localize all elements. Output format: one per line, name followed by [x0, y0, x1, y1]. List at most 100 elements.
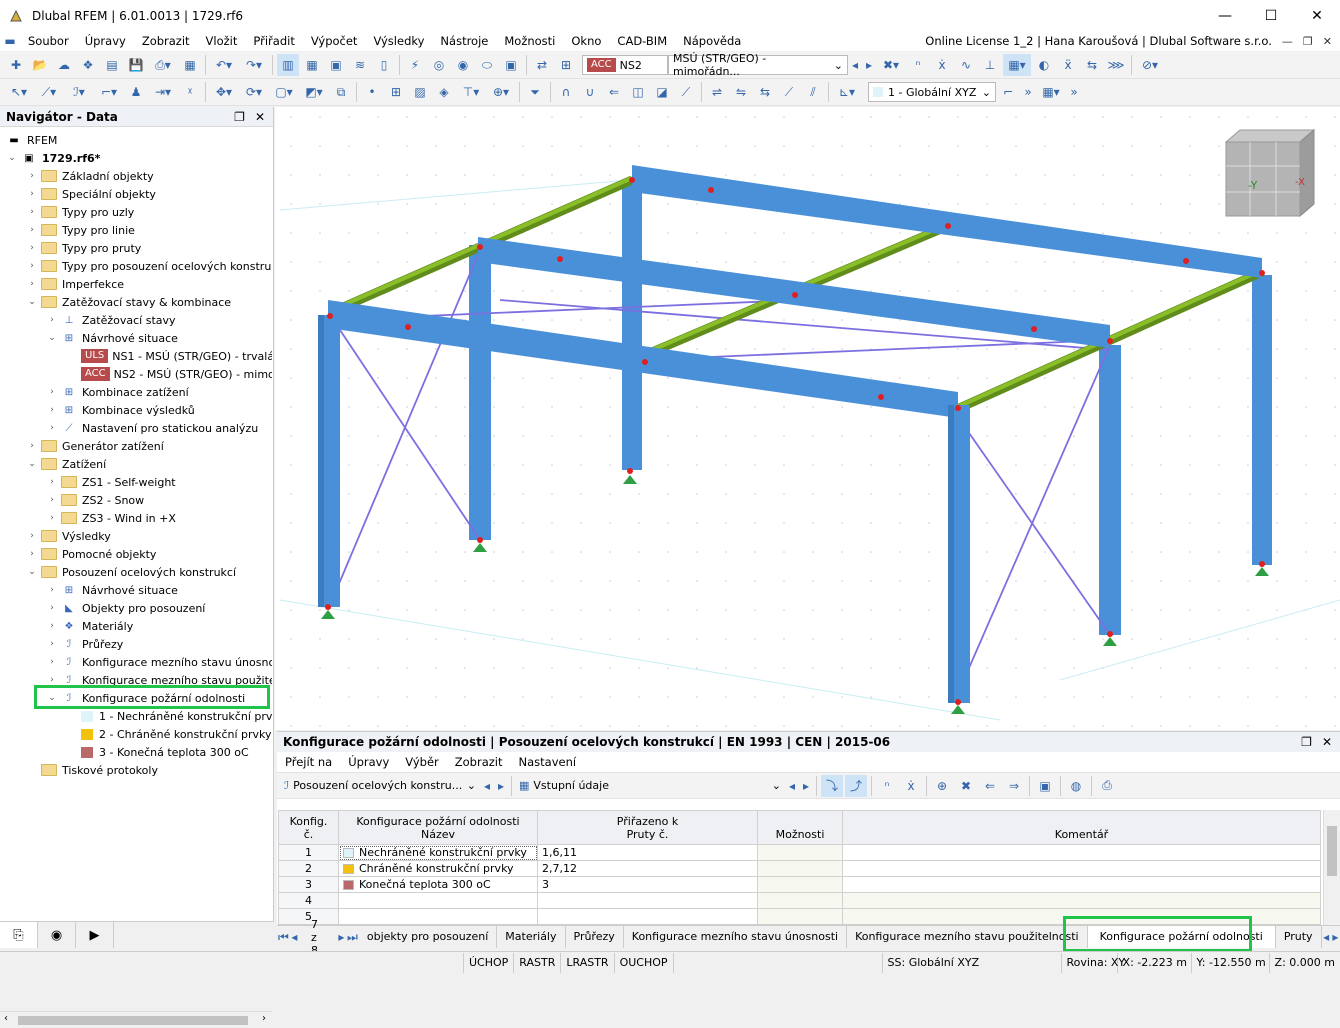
tree-item[interactable]: › Typy pro pruty: [26, 239, 141, 257]
chevron-right-icon[interactable]: ›: [26, 207, 38, 217]
align2-icon[interactable]: ⇋: [730, 81, 752, 103]
view-tab-icon[interactable]: ◉: [38, 922, 76, 948]
tree-item[interactable]: › ❖ Materiály: [46, 617, 133, 635]
table-toggle-icon[interactable]: ▦: [301, 54, 323, 76]
frame-icon[interactable]: ∩: [555, 81, 577, 103]
align-icon[interactable]: ⇌: [706, 81, 728, 103]
support-icon[interactable]: ♟: [125, 81, 147, 103]
chevron-right-icon[interactable]: ›: [26, 243, 38, 253]
cs-edit-icon[interactable]: ⌐: [997, 81, 1019, 103]
chevron-right-icon[interactable]: ›: [26, 225, 38, 235]
new-file-icon[interactable]: ✚: [5, 54, 27, 76]
hatch-icon[interactable]: ▨: [409, 81, 431, 103]
delete-row-icon[interactable]: ✖: [955, 775, 977, 797]
lgrid-toggle[interactable]: LRASTR: [561, 952, 615, 973]
tree-item[interactable]: › ZS3 - Wind in +X: [46, 509, 176, 527]
tree-item[interactable]: › Typy pro posouzení ocelových konstruk: [26, 257, 272, 275]
menu-napoveda[interactable]: Nápověda: [675, 31, 749, 51]
axes-icon[interactable]: ⊾▾: [833, 81, 861, 103]
tab-materialy[interactable]: Materiály: [497, 926, 566, 948]
snap-toggle[interactable]: ÚCHOP: [463, 952, 515, 973]
line-icon[interactable]: ⟋: [675, 81, 697, 103]
calculate-all-icon[interactable]: ◎: [428, 54, 450, 76]
slope-icon[interactable]: ⟋: [778, 81, 800, 103]
load-case-name-combo[interactable]: MSÚ (STR/GEO) - mimořádn... ⌄: [668, 52, 848, 78]
tree-item[interactable]: Tiskové protokoly: [26, 761, 158, 779]
navigator-hscrollbar[interactable]: ‹ ›: [0, 1011, 272, 1028]
filter-select-icon[interactable]: ⤵: [821, 774, 843, 797]
mdi-close-button[interactable]: ✕: [1323, 35, 1332, 48]
menu-cad-bim[interactable]: CAD-BIM: [609, 31, 675, 51]
table-menu-vyber[interactable]: Výběr: [397, 755, 446, 769]
osnap-toggle[interactable]: OUCHOP: [615, 952, 674, 973]
result-values-icon[interactable]: ⁿ: [907, 54, 929, 76]
tree-item[interactable]: ACC NS2 - MSÚ (STR/GEO) - mimo: [66, 365, 272, 383]
prev-icon[interactable]: ◂: [481, 775, 493, 797]
cell-name[interactable]: Nechráněné konstrukční prvky: [338, 844, 538, 861]
table-menu-nastaveni[interactable]: Nastavení: [511, 755, 585, 769]
copy-icon[interactable]: ⧉: [330, 81, 352, 103]
view-mode-icon[interactable]: ▦▾: [1003, 54, 1031, 76]
snap-icon[interactable]: ⊕▾: [487, 81, 515, 103]
cell-options[interactable]: [757, 860, 843, 877]
mdi-minimize-button[interactable]: —: [1282, 35, 1293, 48]
tree-item[interactable]: › Generátor zatížení: [26, 437, 164, 455]
cell-comment[interactable]: [842, 892, 1321, 909]
script-icon[interactable]: ≋: [349, 54, 371, 76]
tree-item[interactable]: 3 - Konečná teplota 300 oC: [66, 743, 249, 761]
chevron-right-icon[interactable]: ›: [46, 675, 58, 685]
menu-vlozit[interactable]: Vložit: [198, 31, 246, 51]
document-icon[interactable]: ▬: [1, 30, 19, 52]
insert-row-icon[interactable]: ⊕: [931, 775, 953, 797]
tree-item[interactable]: › ◣ Objekty pro posouzení: [46, 599, 205, 617]
console-icon[interactable]: ▣: [325, 54, 347, 76]
menu-soubor[interactable]: Soubor: [20, 31, 77, 51]
menu-nastroje[interactable]: Nástroje: [432, 31, 496, 51]
more-icon[interactable]: »: [1021, 81, 1035, 103]
node-icon[interactable]: •: [361, 81, 383, 103]
float-icon[interactable]: ❐: [234, 110, 245, 124]
open-file-icon[interactable]: 📂: [29, 54, 51, 76]
tab-msp[interactable]: Konfigurace mezního stavu použitelnosti: [847, 926, 1088, 948]
tree-item[interactable]: › Pomocné objekty: [26, 545, 156, 563]
menu-okno[interactable]: Okno: [563, 31, 609, 51]
globe-icon[interactable]: ◍: [1065, 775, 1087, 797]
chevron-down-icon[interactable]: ⌄: [26, 567, 38, 577]
display-icon[interactable]: ⇆: [1081, 54, 1103, 76]
tree-item[interactable]: ⌄ Zatěžovací stavy & kombinace: [26, 293, 231, 311]
polyline-icon[interactable]: ⌐▾: [95, 81, 123, 103]
save-icon[interactable]: 💾: [125, 54, 147, 76]
chevron-down-icon[interactable]: ⌄: [46, 333, 58, 343]
chevron-right-icon[interactable]: ›: [46, 657, 58, 667]
next-case-icon[interactable]: ▸: [863, 54, 875, 76]
float-icon[interactable]: ❐: [1301, 735, 1312, 749]
cell-name[interactable]: Chráněné konstrukční prvky: [338, 860, 538, 877]
support-results-icon[interactable]: ⊥: [979, 54, 1001, 76]
chevron-right-icon[interactable]: ›: [46, 423, 58, 433]
line-tool-icon[interactable]: ⟋▾: [35, 81, 63, 103]
tree-item[interactable]: › Základní objekty: [26, 167, 154, 185]
numbering-icon[interactable]: ẍ: [1057, 54, 1079, 76]
measure-icon[interactable]: ᵡ: [179, 81, 201, 103]
chevron-right-icon[interactable]: ›: [46, 495, 58, 505]
delete-results-icon[interactable]: ✖▾: [877, 54, 905, 76]
cell-name[interactable]: Konečná teplota 300 oC: [338, 876, 538, 893]
target-icon[interactable]: ◉: [452, 54, 474, 76]
print-table-icon[interactable]: ⎙: [1096, 775, 1118, 797]
tab-prurezy[interactable]: Průřezy: [566, 926, 624, 948]
module-combo[interactable]: ℐ Posouzení ocelových konstru... ⌄: [280, 776, 480, 796]
table-menu-prejit[interactable]: Přejít na: [277, 755, 340, 769]
chevron-right-icon[interactable]: ›: [26, 279, 38, 289]
cell-members[interactable]: 1,6,11: [537, 844, 758, 861]
tree-item[interactable]: › ZS2 - Snow: [46, 491, 144, 509]
next-page-icon[interactable]: ▸: [338, 926, 345, 948]
table-type-combo[interactable]: ▦ Vstupní údaje ⌄: [515, 776, 785, 796]
navigator-toggle-icon[interactable]: ▥: [277, 54, 299, 76]
results-icon[interactable]: ⬭: [476, 54, 498, 76]
move-icon[interactable]: ✥▾: [210, 81, 238, 103]
menu-priradit[interactable]: Přiřadit: [245, 31, 302, 51]
table-row[interactable]: 3 Konečná teplota 300 oC 3: [278, 876, 1321, 893]
print-preview-icon[interactable]: ▤: [101, 54, 123, 76]
grid-icon[interactable]: ▦▾: [1037, 81, 1065, 103]
tree-item[interactable]: › ⊥ Zatěžovací stavy: [46, 311, 175, 329]
